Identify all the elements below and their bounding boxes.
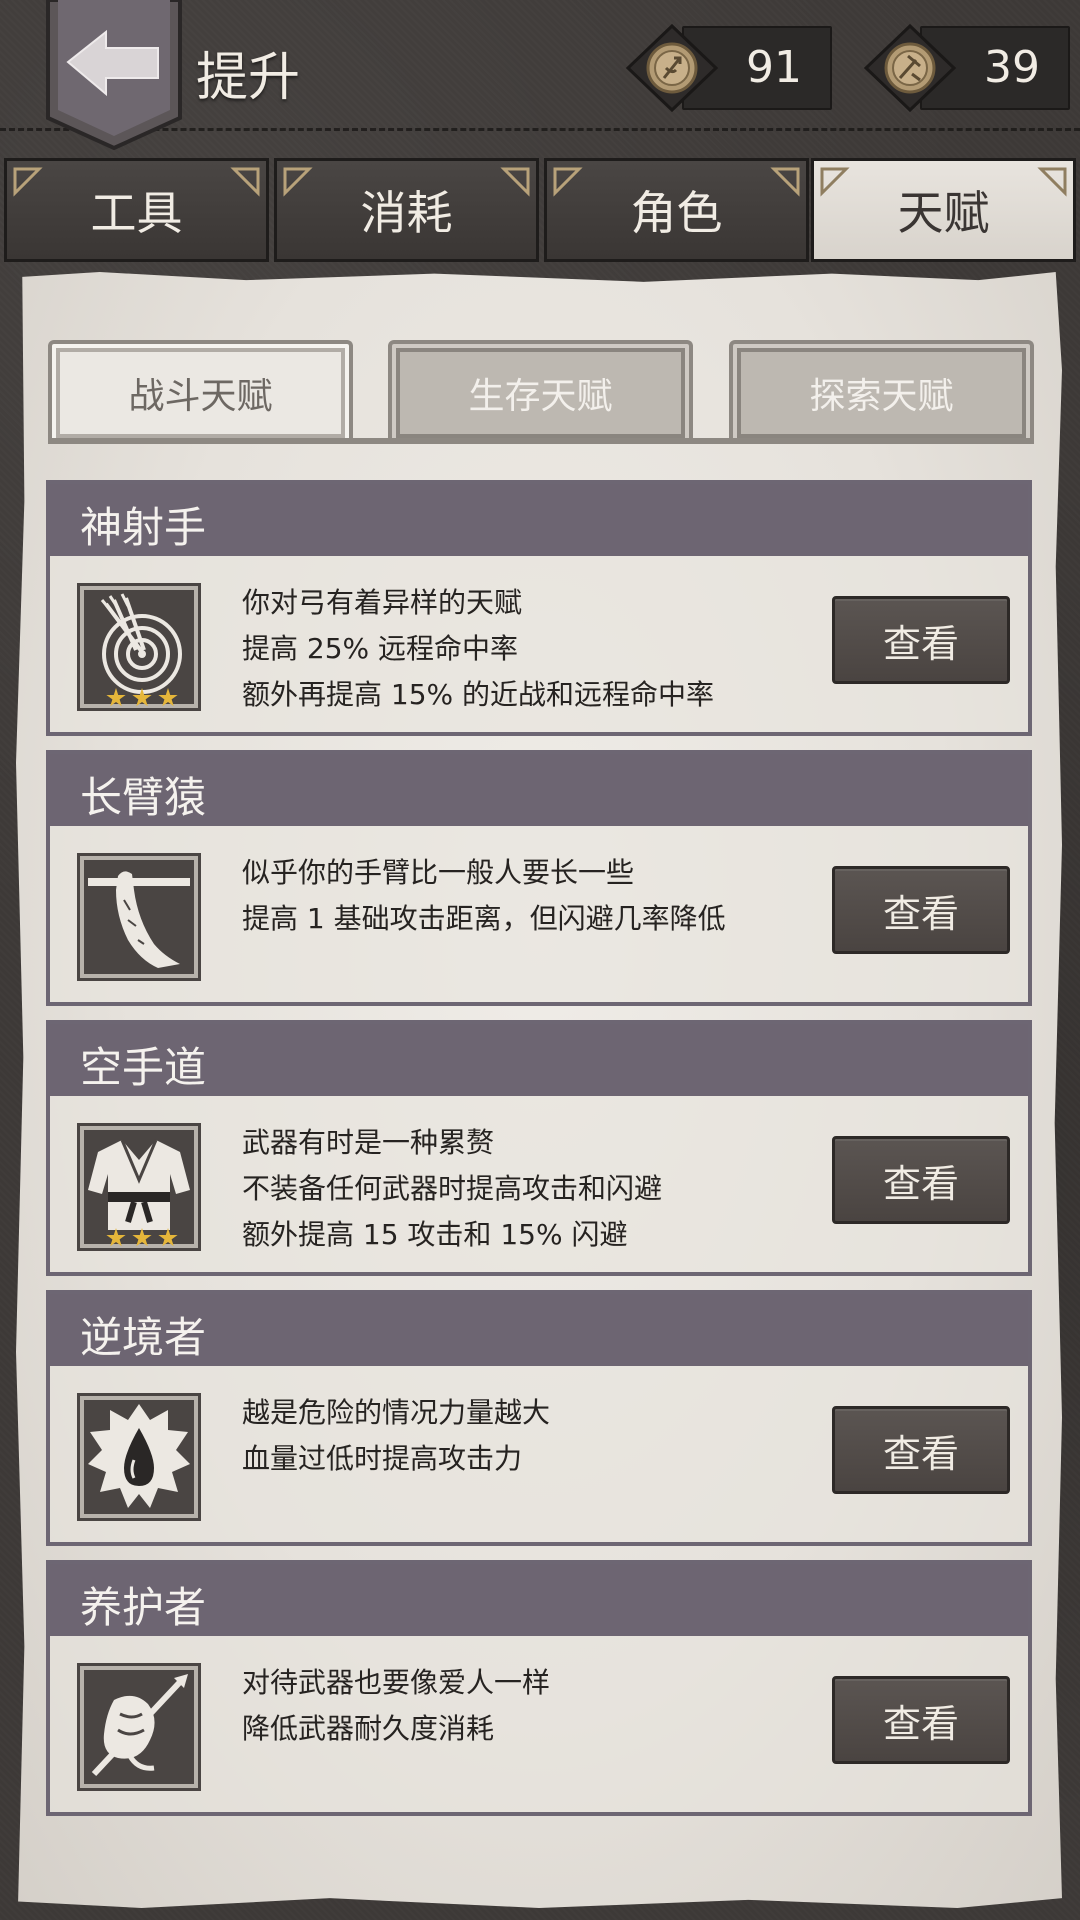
description-line: 似乎你的手臂比一般人要长一些 <box>242 856 635 889</box>
currency-display-1: 91 <box>622 22 832 114</box>
talent-name: 神射手 <box>80 503 207 552</box>
star-icon <box>158 688 178 707</box>
subtab-survival-talents[interactable]: 生存天赋 <box>388 340 693 442</box>
talent-body: 越是危险的情况力量越大 血量过低时提高攻击力 查看 <box>50 1366 1028 1542</box>
hanging-arm-icon <box>80 856 198 978</box>
talent-header: 逆境者 <box>50 1294 1028 1366</box>
talent-header: 养护者 <box>50 1564 1028 1636</box>
corner-ornament-icon <box>13 167 43 197</box>
talent-body: 武器有时是一种累赘 不装备任何武器时提高攻击和闪避 额外提高 15 攻击和 15… <box>50 1096 1028 1272</box>
subtab-underline <box>48 438 1034 444</box>
description-line: 对待武器也要像爱人一样 <box>242 1666 551 1699</box>
currency-display-2: 39 <box>860 22 1070 114</box>
view-button[interactable]: 查看 <box>832 866 1010 954</box>
talent-description: 似乎你的手臂比一般人要长一些 提高 1 基础攻击距离，但闪避几率降低 <box>242 850 802 942</box>
tab-character[interactable]: 角色 <box>544 158 809 262</box>
description-line: 血量过低时提高攻击力 <box>242 1442 523 1475</box>
description-line: 越是危险的情况力量越大 <box>242 1396 551 1429</box>
star-rating <box>106 1228 180 1250</box>
talent-card-adversity: 逆境者 越是危险的情况力量越大 血量过低时提高攻击力 查看 <box>46 1290 1032 1546</box>
tab-talents[interactable]: 天赋 <box>811 158 1076 262</box>
currency-value: 39 <box>984 42 1040 93</box>
karate-gi-icon <box>80 1126 198 1248</box>
description-line: 不装备任何武器时提高攻击和闪避 <box>242 1172 663 1205</box>
star-icon <box>132 1228 152 1247</box>
description-line: 额外再提高 15% 的近战和远程命中率 <box>242 678 715 711</box>
talent-body: 你对弓有着异样的天赋 提高 25% 远程命中率 额外再提高 15% 的近战和远程… <box>50 556 1028 732</box>
coin-icon <box>860 22 960 114</box>
corner-ornament-icon <box>1037 167 1067 197</box>
talent-header: 神射手 <box>50 484 1028 556</box>
description-line: 武器有时是一种累赘 <box>242 1126 495 1159</box>
tab-label: 消耗 <box>360 186 453 240</box>
view-button[interactable]: 查看 <box>832 1136 1010 1224</box>
talent-description: 对待武器也要像爱人一样 降低武器耐久度消耗 <box>242 1660 802 1752</box>
subtab-combat-talents[interactable]: 战斗天赋 <box>48 340 353 442</box>
back-button[interactable] <box>44 0 184 150</box>
top-bar: 提升 91 39 <box>0 0 1080 150</box>
talent-description: 武器有时是一种累赘 不装备任何武器时提高攻击和闪避 额外提高 15 攻击和 15… <box>242 1120 802 1258</box>
tab-consumables[interactable]: 消耗 <box>274 158 539 262</box>
talent-card-marksman: 神射手 你对弓有着异样的天赋 提高 25% 远程命中率 额外再提高 15% 的近… <box>46 480 1032 736</box>
talent-card-karate: 空手道 武器有时是一种累赘 不装备任何武器时提高攻击和闪避 额外提高 15 攻击… <box>46 1020 1032 1276</box>
subtab-label: 战斗天赋 <box>128 376 273 417</box>
corner-ornament-icon <box>283 167 313 197</box>
view-button[interactable]: 查看 <box>832 1676 1010 1764</box>
target-arrows-icon <box>80 586 198 708</box>
page-title: 提升 <box>196 48 301 108</box>
talent-description: 越是危险的情况力量越大 血量过低时提高攻击力 <box>242 1390 802 1482</box>
tab-label: 角色 <box>630 186 723 240</box>
talent-name: 空手道 <box>80 1043 207 1092</box>
corner-ornament-icon <box>820 167 850 197</box>
talent-name: 逆境者 <box>80 1313 207 1362</box>
corner-ornament-icon <box>553 167 583 197</box>
star-rating <box>106 688 180 710</box>
talent-header: 长臂猿 <box>50 754 1028 826</box>
corner-ornament-icon <box>230 167 260 197</box>
view-button[interactable]: 查看 <box>832 1406 1010 1494</box>
star-icon <box>106 1228 126 1247</box>
star-icon <box>106 688 126 707</box>
description-line: 提高 25% 远程命中率 <box>242 632 519 665</box>
talent-header: 空手道 <box>50 1024 1028 1096</box>
coin-icon <box>622 22 722 114</box>
weapon-care-icon <box>80 1666 198 1788</box>
talent-body: 对待武器也要像爱人一样 降低武器耐久度消耗 查看 <box>50 1636 1028 1812</box>
tab-label: 工具 <box>90 186 183 240</box>
corner-ornament-icon <box>770 167 800 197</box>
blood-drop-icon <box>80 1396 198 1518</box>
talent-card-gibbon: 长臂猿 似乎你的手臂比一般人要长一些 提高 1 基础攻击距离，但闪避几率降低 查… <box>46 750 1032 1006</box>
talent-description: 你对弓有着异样的天赋 提高 25% 远程命中率 额外再提高 15% 的近战和远程… <box>242 580 802 718</box>
tab-label: 天赋 <box>897 186 990 240</box>
description-line: 你对弓有着异样的天赋 <box>242 586 523 619</box>
description-line: 降低武器耐久度消耗 <box>242 1712 495 1745</box>
subtab-exploration-talents[interactable]: 探索天赋 <box>729 340 1034 442</box>
view-button[interactable]: 查看 <box>832 596 1010 684</box>
currency-value: 91 <box>746 42 802 93</box>
description-line: 额外提高 15 攻击和 15% 闪避 <box>242 1218 628 1251</box>
subtab-label: 生存天赋 <box>468 376 613 417</box>
subtab-label: 探索天赋 <box>809 376 954 417</box>
tab-tools[interactable]: 工具 <box>4 158 269 262</box>
main-tab-bar: 工具 消耗 角色 天赋 <box>4 158 1076 262</box>
star-icon <box>158 1228 178 1247</box>
talent-card-caretaker: 养护者 对待武器也要像爱人一样 降低武器耐久度消耗 查看 <box>46 1560 1032 1816</box>
star-icon <box>132 688 152 707</box>
corner-ornament-icon <box>500 167 530 197</box>
talent-name: 长臂猿 <box>80 773 207 822</box>
talent-name: 养护者 <box>80 1583 207 1632</box>
talent-body: 似乎你的手臂比一般人要长一些 提高 1 基础攻击距离，但闪避几率降低 查看 <box>50 826 1028 1002</box>
description-line: 提高 1 基础攻击距离，但闪避几率降低 <box>242 902 726 935</box>
